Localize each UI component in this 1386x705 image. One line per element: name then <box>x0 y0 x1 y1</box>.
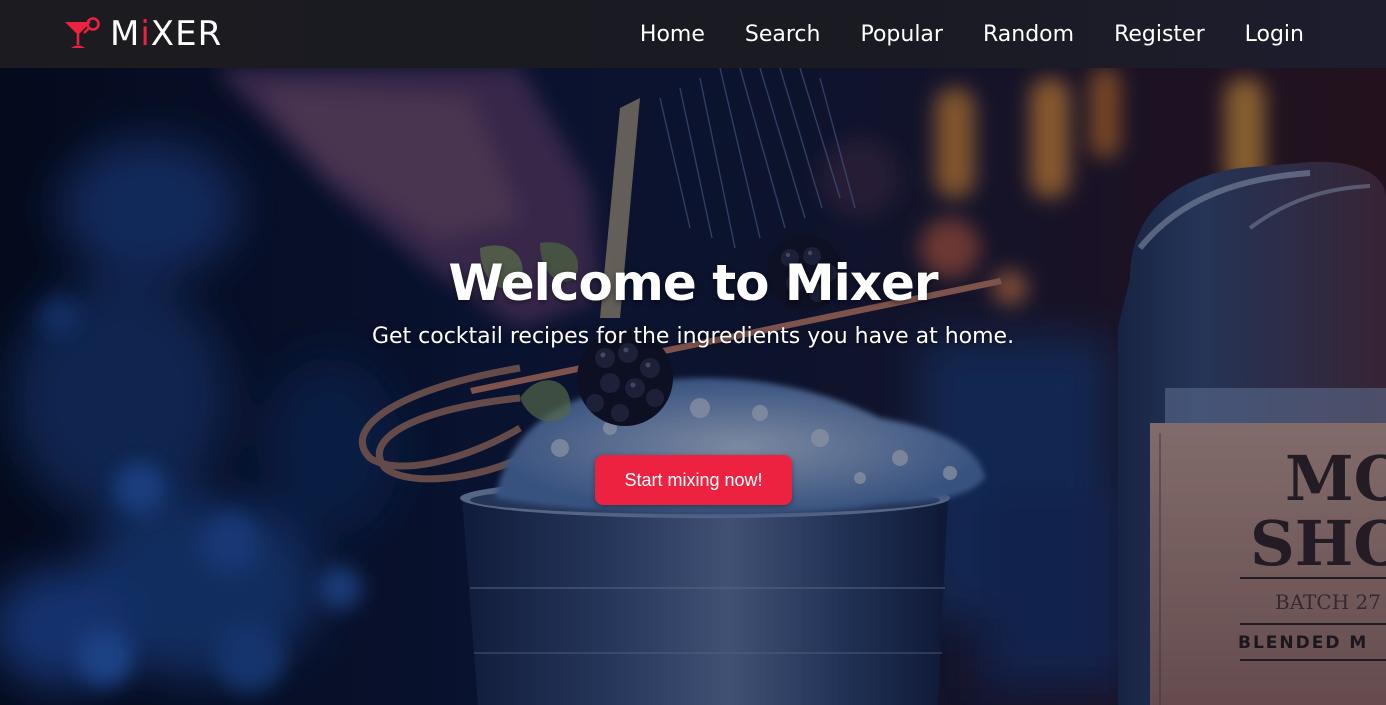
hero-section: MO SHO BATCH 27 BLENDED M Welcome to Mix… <box>0 68 1386 705</box>
start-mixing-button[interactable]: Start mixing now! <box>595 455 792 505</box>
hero-title: Welcome to Mixer <box>448 254 938 312</box>
nav-login-link[interactable]: Login <box>1245 22 1304 47</box>
hero-content: Welcome to Mixer Get cocktail recipes fo… <box>0 68 1386 705</box>
nav-register-link[interactable]: Register <box>1114 22 1205 47</box>
main-nav: Home Search Popular Random Register Logi… <box>640 0 1304 68</box>
navbar: MiXER Home Search Popular Random Registe… <box>0 0 1386 68</box>
cocktail-glass-icon <box>62 16 102 52</box>
hero-subtitle: Get cocktail recipes for the ingredients… <box>371 324 1015 349</box>
brand-name: MiXER <box>110 14 222 54</box>
brand-name-accent: i <box>140 14 151 54</box>
brand-name-prefix: M <box>110 14 141 54</box>
brand-logo-link[interactable]: MiXER <box>62 14 222 54</box>
nav-popular-link[interactable]: Popular <box>860 22 943 47</box>
page: MiXER Home Search Popular Random Registe… <box>0 0 1386 705</box>
nav-search-link[interactable]: Search <box>745 22 821 47</box>
nav-home-link[interactable]: Home <box>640 22 705 47</box>
nav-random-link[interactable]: Random <box>983 22 1074 47</box>
brand-name-suffix: XER <box>150 14 223 54</box>
